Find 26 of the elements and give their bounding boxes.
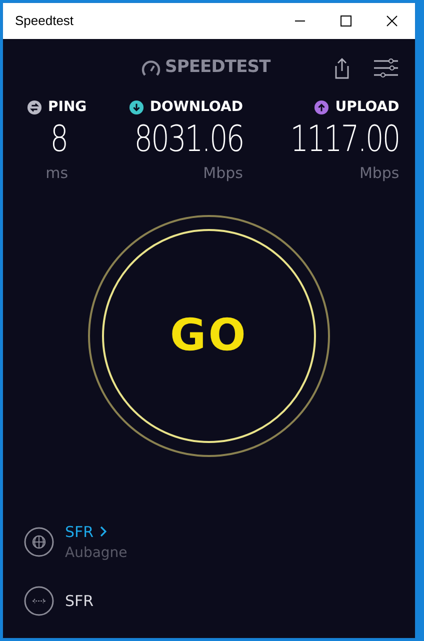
metric-value: 1117.00 bbox=[290, 118, 400, 162]
ping-icon bbox=[27, 100, 42, 115]
server-location: Aubagne bbox=[65, 544, 128, 563]
connection-icon bbox=[24, 586, 54, 616]
metric-value: 8031.06 bbox=[134, 118, 243, 162]
provider-name: SFR bbox=[65, 590, 94, 612]
maximize-icon bbox=[340, 15, 352, 27]
sliders-icon bbox=[373, 58, 399, 78]
metric-label: UPLOAD bbox=[335, 98, 400, 117]
chevron-right-icon bbox=[100, 526, 107, 538]
window-title: Speedtest bbox=[15, 12, 75, 30]
gauge-logo-icon bbox=[141, 59, 161, 77]
go-button[interactable]: GO bbox=[102, 228, 316, 442]
metric-label: PING bbox=[48, 98, 87, 117]
metric-value: 8 bbox=[50, 118, 68, 162]
close-icon bbox=[386, 15, 398, 27]
metric-unit: Mbps bbox=[203, 163, 243, 184]
share-button[interactable] bbox=[333, 57, 351, 79]
server-link[interactable]: SFR bbox=[65, 520, 128, 543]
settings-button[interactable] bbox=[373, 58, 399, 78]
globe-icon bbox=[24, 527, 54, 558]
metric-unit: Mbps bbox=[359, 163, 400, 184]
share-icon bbox=[333, 57, 351, 79]
brand-logo: SPEEDTEST bbox=[165, 56, 270, 80]
metric-label: DOWNLOAD bbox=[150, 98, 243, 117]
metric-unit: ms bbox=[46, 163, 68, 184]
